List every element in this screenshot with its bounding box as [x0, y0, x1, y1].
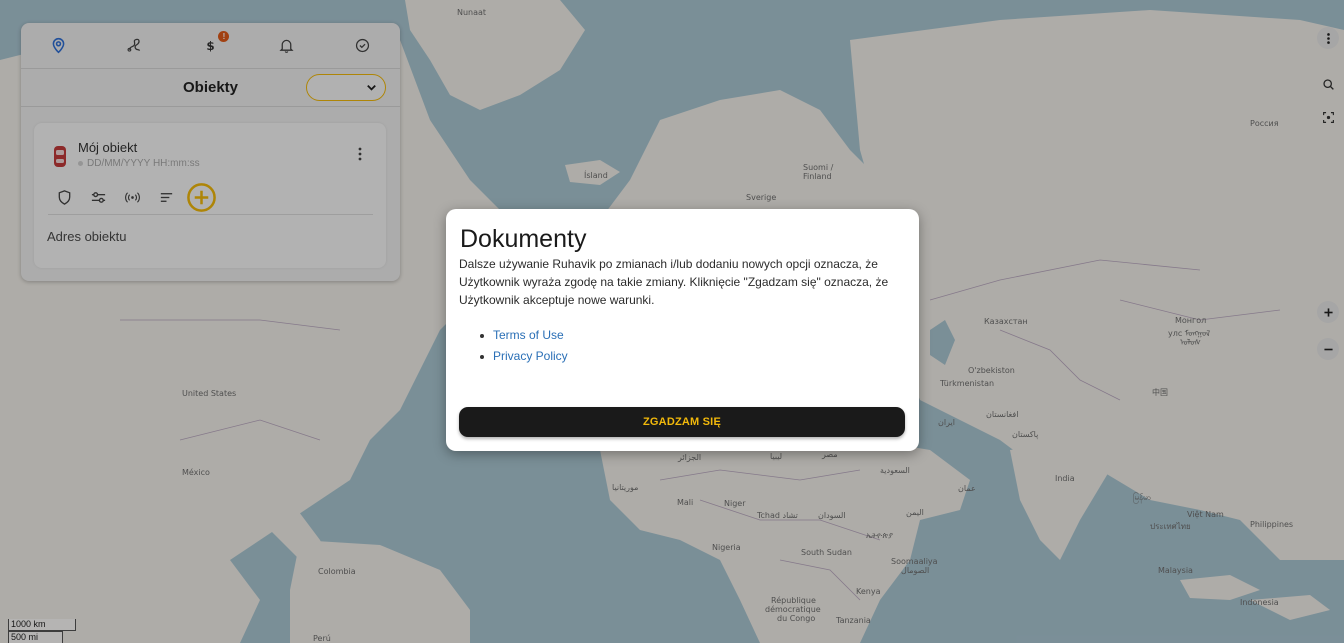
terms-of-use-link[interactable]: Terms of Use: [480, 325, 568, 346]
agree-button[interactable]: ZGADZAM SIĘ: [459, 407, 905, 437]
dialog-body-text: Dalsze używanie Ruhavik po zmianach i/lu…: [459, 257, 889, 307]
document-links: Terms of Use Privacy Policy: [480, 325, 568, 367]
dialog-title: Dokumenty: [460, 225, 587, 253]
documents-dialog: Dokumenty Dalsze używanie Ruhavik po zmi…: [446, 209, 919, 451]
privacy-policy-link[interactable]: Privacy Policy: [480, 346, 568, 367]
